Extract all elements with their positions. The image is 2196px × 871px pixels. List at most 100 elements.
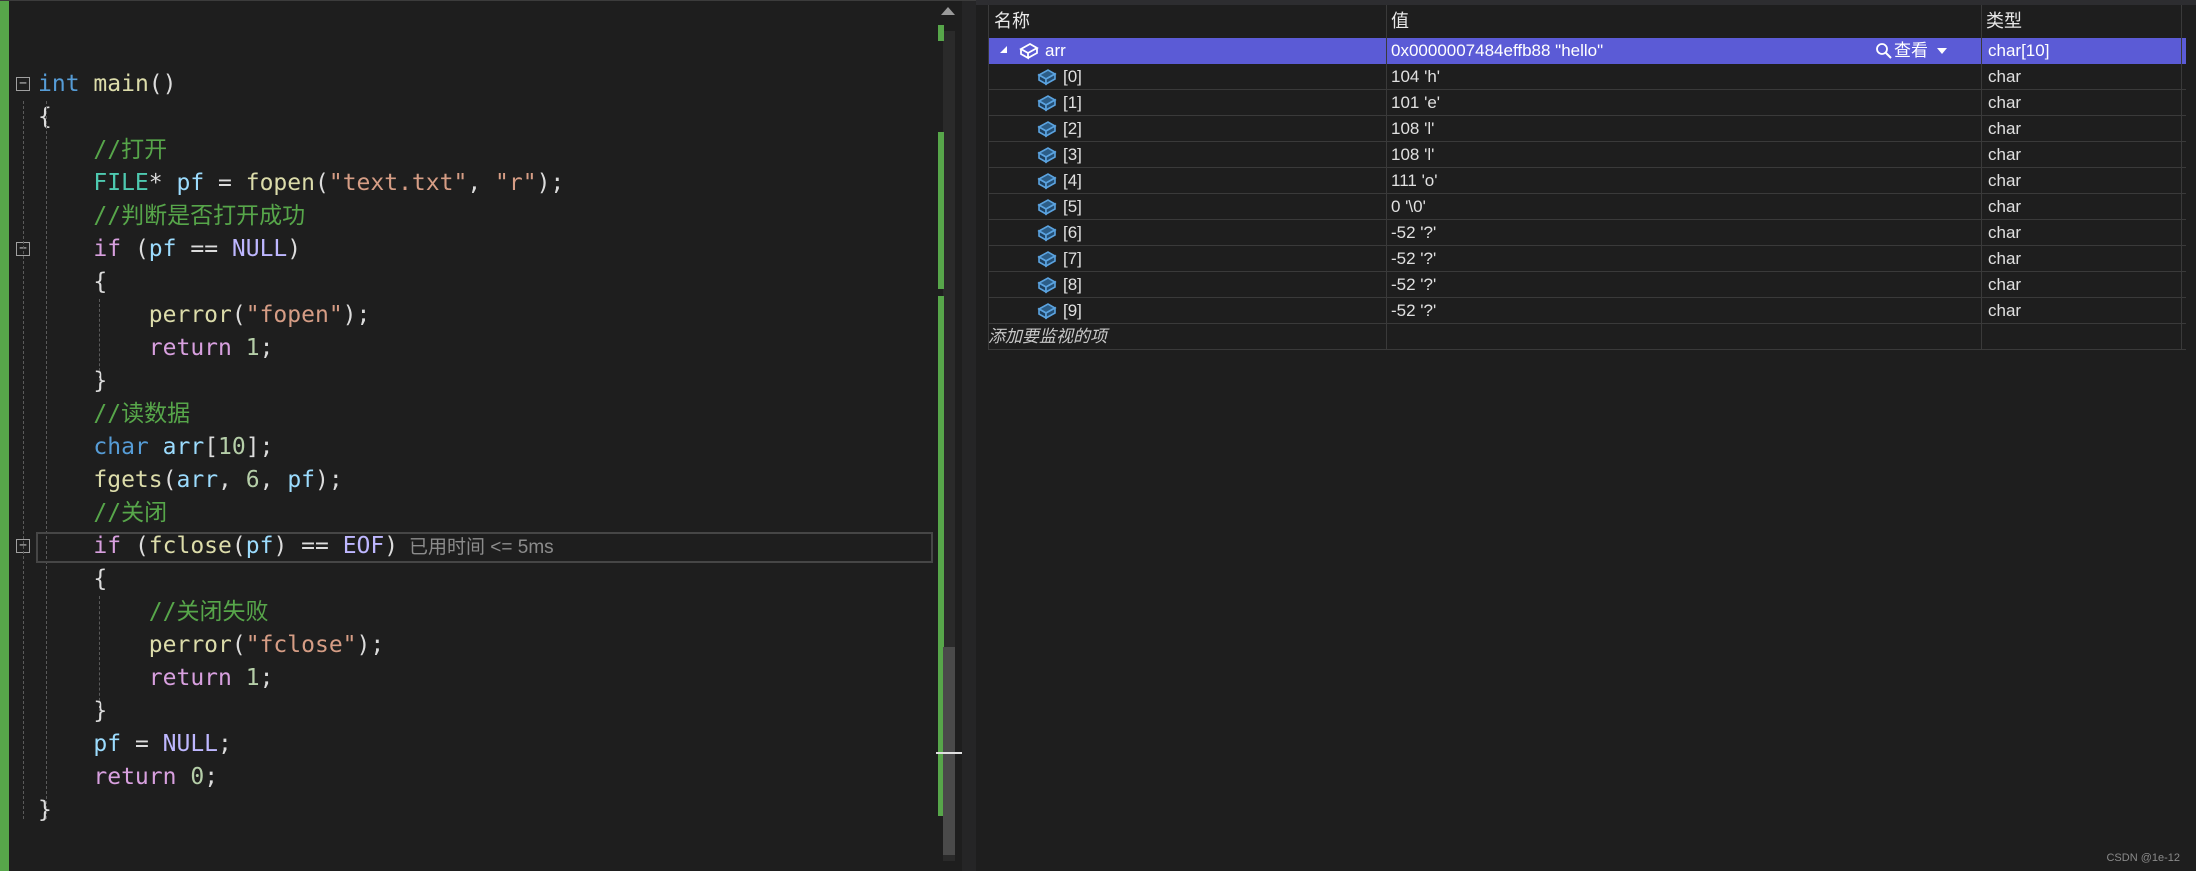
watch-row[interactable]: [4] 111 'o' char: [988, 168, 2186, 194]
variable-icon: [1037, 173, 1057, 190]
item-value[interactable]: 0 '\0': [1391, 194, 1426, 220]
column-divider[interactable]: [1981, 5, 1982, 350]
code-line[interactable]: //关闭: [38, 497, 167, 530]
indent-guide: [99, 299, 100, 381]
indent-guide: [99, 596, 100, 711]
code-token: (: [314, 170, 329, 196]
item-value[interactable]: -52 '?': [1391, 272, 1436, 298]
code-line[interactable]: perror("fclose");: [38, 629, 384, 662]
item-type: char: [1988, 223, 2022, 242]
watch-row[interactable]: [5] 0 '\0' char: [988, 194, 2186, 220]
add-watch-placeholder[interactable]: 添加要监视的项: [988, 324, 1107, 350]
code-line[interactable]: return 0;: [38, 761, 218, 794]
code-line[interactable]: FILE* pf = fopen("text.txt", "r");: [38, 167, 564, 200]
code-token: ,: [218, 467, 246, 493]
code-line[interactable]: //关闭失败: [38, 596, 269, 629]
variable-icon: [1037, 121, 1057, 138]
item-value[interactable]: 101 'e': [1391, 90, 1440, 116]
code-line[interactable]: }: [38, 794, 52, 827]
search-icon[interactable]: [1875, 38, 1893, 64]
code-token: pf: [176, 170, 205, 196]
watch-row[interactable]: [2] 108 'l' char: [988, 116, 2186, 142]
scroll-up-arrow-icon[interactable]: [941, 7, 955, 15]
code-token: arr: [176, 467, 219, 493]
column-divider[interactable]: [1386, 5, 1387, 350]
item-value[interactable]: 111 'o': [1391, 168, 1438, 194]
code-editor[interactable]: int main() { //打开 FILE* pf = fopen("text.…: [0, 0, 976, 871]
add-watch-row[interactable]: 添加要监视的项: [988, 324, 2186, 350]
item-name: [2]: [1063, 119, 1082, 138]
variable-icon: [1037, 95, 1057, 112]
item-value[interactable]: 108 'l': [1391, 116, 1434, 142]
code-line[interactable]: int main(): [38, 68, 177, 101]
code-token: return: [93, 764, 177, 790]
change-marker: [938, 25, 944, 41]
view-dropdown-icon[interactable]: [1937, 48, 1947, 54]
column-header-name[interactable]: 名称: [994, 5, 1030, 37]
item-value[interactable]: -52 '?': [1391, 298, 1436, 324]
code-token: }: [38, 368, 108, 394]
item-name: [7]: [1063, 249, 1082, 268]
code-line[interactable]: //读数据: [38, 398, 190, 431]
code-line[interactable]: return 1;: [38, 662, 274, 695]
watch-row[interactable]: [3] 108 'l' char: [988, 142, 2186, 168]
code-token: [: [204, 434, 219, 460]
pane-splitter[interactable]: [962, 1, 976, 871]
code-line[interactable]: perror("fopen");: [38, 299, 371, 332]
watermark: CSDN @1e-12: [2106, 852, 2180, 864]
change-marker: [938, 132, 944, 289]
item-value[interactable]: 104 'h': [1391, 64, 1440, 90]
code-token: //打开: [93, 137, 168, 163]
code-line[interactable]: {: [38, 101, 52, 134]
watch-row[interactable]: [0] 104 'h' char: [988, 64, 2186, 90]
code-line[interactable]: {: [38, 563, 107, 596]
item-name: [9]: [1063, 301, 1082, 320]
item-type: char: [1988, 301, 2022, 320]
watch-row[interactable]: [6] -52 '?' char: [988, 220, 2186, 246]
code-line[interactable]: //判断是否打开成功: [38, 200, 305, 233]
watch-row[interactable]: [8] -52 '?' char: [988, 272, 2186, 298]
view-button[interactable]: 查看: [1894, 38, 1928, 64]
item-type: char: [1988, 275, 2022, 294]
code-token: //读数据: [93, 401, 191, 427]
watch-window[interactable]: 名称 值 类型 arr 0x0000007484effb88 "hello" 查…: [976, 0, 2196, 870]
code-token: main: [93, 71, 149, 97]
scrollbar-thumb[interactable]: [943, 647, 955, 855]
item-type: char: [1988, 145, 2022, 164]
column-header-value[interactable]: 值: [1391, 5, 1409, 37]
watch-row[interactable]: [7] -52 '?' char: [988, 246, 2186, 272]
code-token: {: [38, 104, 52, 130]
perf-tip: 已用时间 <= 5ms: [409, 537, 554, 558]
code-token: pf: [148, 236, 177, 262]
code-line[interactable]: return 1;: [38, 332, 274, 365]
code-token: ,: [467, 170, 496, 196]
code-token: "r": [495, 170, 537, 196]
code-line[interactable]: pf = NULL;: [38, 728, 232, 761]
column-header-type[interactable]: 类型: [1986, 5, 2022, 37]
code-token: NULL: [162, 731, 219, 757]
code-line[interactable]: }: [38, 365, 107, 398]
watch-row-root[interactable]: arr 0x0000007484effb88 "hello" 查看 char[1…: [988, 38, 2186, 64]
code-token: int: [38, 71, 80, 97]
root-value[interactable]: 0x0000007484effb88 "hello": [1391, 38, 1603, 64]
item-type: char: [1988, 119, 2022, 138]
item-value[interactable]: 108 'l': [1391, 142, 1434, 168]
code-line[interactable]: }: [38, 695, 107, 728]
item-type: char: [1988, 197, 2022, 216]
collapse-triangle-icon[interactable]: [1000, 46, 1007, 53]
watch-row[interactable]: [1] 101 'e' char: [988, 90, 2186, 116]
code-line[interactable]: //打开: [38, 134, 167, 167]
code-line[interactable]: char arr[10];: [38, 431, 273, 464]
item-value[interactable]: -52 '?': [1391, 246, 1436, 272]
code-line[interactable]: {: [38, 266, 107, 299]
editor-scrollbar[interactable]: [936, 1, 962, 871]
item-value[interactable]: -52 '?': [1391, 220, 1436, 246]
watch-row[interactable]: [9] -52 '?' char: [988, 298, 2186, 324]
code-line[interactable]: if (pf == NULL): [38, 233, 301, 266]
fold-toggle-icon[interactable]: −: [16, 77, 30, 91]
code-line[interactable]: fgets(arr, 6, pf);: [38, 464, 342, 497]
